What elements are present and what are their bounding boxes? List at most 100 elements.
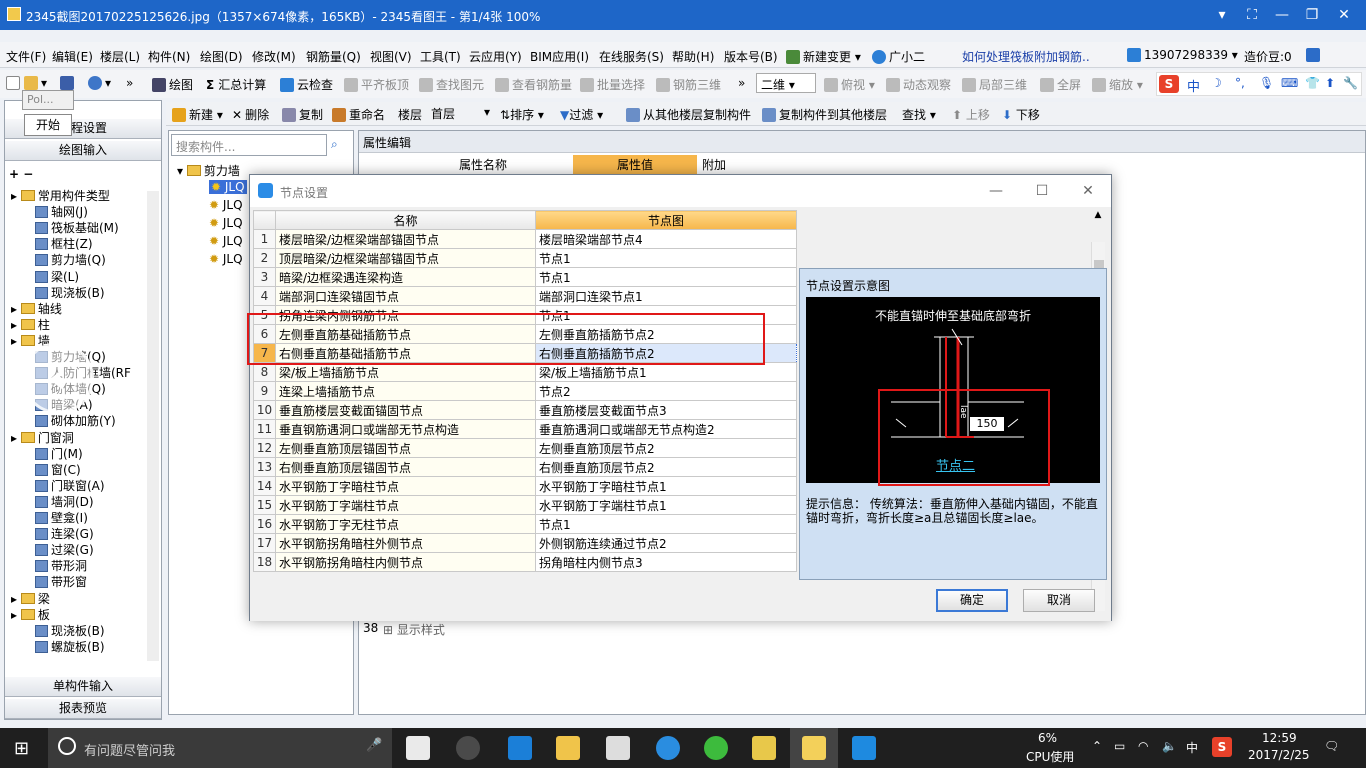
dialog-maximize-button[interactable]: ☐ bbox=[1032, 181, 1052, 201]
fullscreen-button[interactable]: 全屏 bbox=[1040, 76, 1081, 93]
menu-version[interactable]: 版本号(B) bbox=[724, 48, 778, 65]
tree-item[interactable]: 带形洞 bbox=[35, 557, 87, 574]
expand-icon[interactable]: ▸ bbox=[11, 608, 21, 622]
node-diagram-select[interactable]: 左侧垂直筋顶层节点2 bbox=[535, 438, 797, 458]
report-preview-button[interactable]: 报表预览 bbox=[5, 699, 161, 719]
node-diagram-select[interactable]: 梁/板上墙插筋节点1 bbox=[535, 362, 797, 382]
menu-modify[interactable]: 修改(M) bbox=[252, 48, 296, 65]
top-view-button[interactable]: 俯视 ▾ bbox=[824, 76, 875, 93]
tree-item[interactable]: 剪力墙(Q) bbox=[35, 251, 106, 268]
component-item[interactable]: ✹ JLQ bbox=[209, 216, 243, 230]
node-row[interactable]: 4 端部洞口连梁锚固节点 端部洞口连梁节点1 bbox=[253, 286, 797, 306]
menu-draw[interactable]: 绘图(D) bbox=[200, 48, 243, 65]
sogou-tray-icon[interactable]: S bbox=[1212, 737, 1232, 757]
expand-icon[interactable]: ▸ bbox=[11, 334, 21, 348]
taskbar-search[interactable]: 有问题尽管问我 🎤 bbox=[48, 728, 392, 768]
windows-start-icon[interactable]: ⊞ bbox=[14, 738, 29, 759]
node-diagram-select[interactable]: 外侧钢筋连续通过节点2 bbox=[535, 533, 797, 553]
tree-folder[interactable]: ▸ 梁 bbox=[11, 590, 50, 607]
file-explorer-icon[interactable] bbox=[556, 736, 580, 760]
glodon-node-icon[interactable] bbox=[852, 736, 876, 760]
view-mode-select[interactable]: 二维 ▾ bbox=[756, 73, 816, 93]
single-input-button[interactable]: 单构件输入 bbox=[5, 677, 161, 697]
start-tooltip[interactable]: 开始 bbox=[24, 114, 72, 136]
node-diagram-select[interactable]: 节点1 bbox=[535, 248, 797, 268]
batch-select-button[interactable]: 批量选择 bbox=[580, 76, 645, 93]
ok-button[interactable]: 确定 bbox=[936, 589, 1008, 612]
restore-button[interactable]: ❐ bbox=[1300, 5, 1324, 25]
rename-button[interactable]: 重命名 bbox=[332, 106, 385, 123]
menu-cloud[interactable]: 云应用(Y) bbox=[469, 48, 522, 65]
node-row[interactable]: 15 水平钢筋丁字端柱节点 水平钢筋丁字端柱节点1 bbox=[253, 495, 797, 515]
node-row[interactable]: 12 左侧垂直筋顶层锚固节点 左侧垂直筋顶层节点2 bbox=[253, 438, 797, 458]
notes-icon[interactable] bbox=[752, 736, 776, 760]
dropdown-icon[interactable]: ▾ bbox=[1210, 5, 1234, 25]
wifi-icon[interactable]: ◠ bbox=[1138, 739, 1148, 753]
dialog-close-button[interactable]: ✕ bbox=[1078, 181, 1098, 201]
filter-button[interactable]: ▼过滤 ▾ bbox=[560, 106, 603, 123]
tree-item[interactable]: 带形窗 bbox=[35, 573, 87, 590]
node-diagram-select[interactable]: 垂直筋遇洞口或端部无节点构造2 bbox=[535, 419, 797, 439]
tree-item[interactable]: 过梁(G) bbox=[35, 541, 94, 558]
menu-tools[interactable]: 工具(T) bbox=[420, 48, 461, 65]
menu-rebar[interactable]: 钢筋量(Q) bbox=[306, 48, 361, 65]
node-diagram-select[interactable]: 楼层暗梁端部节点4 bbox=[535, 229, 797, 249]
moon-icon[interactable]: ☽ bbox=[1211, 76, 1222, 90]
zoom-button[interactable]: 缩放 ▾ bbox=[1092, 76, 1143, 93]
node-row[interactable]: 3 暗梁/边框梁遇连梁构造 节点1 bbox=[253, 267, 797, 287]
undo-icon[interactable]: ▾ bbox=[88, 76, 111, 90]
security-icon[interactable] bbox=[704, 736, 728, 760]
menu-floor[interactable]: 楼层(L) bbox=[100, 48, 140, 65]
tree-folder[interactable]: ▸ 柱 bbox=[11, 316, 50, 333]
node-row[interactable]: 2 顶层暗梁/边框梁端部锚固节点 节点1 bbox=[253, 248, 797, 268]
draw-button[interactable]: 绘图 bbox=[152, 76, 193, 93]
help-link[interactable]: 如何处理筏板附加钢筋.. bbox=[962, 48, 1090, 65]
menu-help[interactable]: 帮助(H) bbox=[672, 48, 714, 65]
tree-item[interactable]: 筏板基础(M) bbox=[35, 219, 119, 236]
tree-item[interactable]: 框柱(Z) bbox=[35, 235, 93, 252]
cancel-button[interactable]: 取消 bbox=[1023, 589, 1095, 612]
sogou-icon[interactable]: S bbox=[1159, 75, 1179, 93]
tree-item[interactable]: 壁龛(I) bbox=[35, 509, 88, 526]
task-view-icon[interactable] bbox=[406, 736, 430, 760]
node-row[interactable]: 10 垂直筋楼层变截面锚固节点 垂直筋楼层变截面节点3 bbox=[253, 400, 797, 420]
tree-item[interactable]: 门联窗(A) bbox=[35, 477, 105, 494]
copy-button[interactable]: 复制 bbox=[282, 106, 323, 123]
tree-item[interactable]: 门(M) bbox=[35, 445, 83, 462]
volume-icon[interactable]: 🔈 bbox=[1162, 739, 1177, 753]
save-icon[interactable] bbox=[60, 76, 77, 90]
tree-folder[interactable]: ▸ 门窗洞 bbox=[11, 429, 74, 446]
floor-select[interactable]: 首层 ▾ bbox=[428, 104, 492, 122]
component-item[interactable]: ✹ JLQ bbox=[209, 180, 247, 194]
microphone-icon[interactable]: 🎙 bbox=[1259, 76, 1274, 90]
node-row[interactable]: 18 水平钢筋拐角暗柱内侧节点 拐角暗柱内侧节点3 bbox=[253, 552, 797, 572]
find-button[interactable]: 查找 ▾ bbox=[902, 106, 936, 123]
menu-view[interactable]: 视图(V) bbox=[370, 48, 412, 65]
image-viewer-icon[interactable] bbox=[802, 736, 826, 760]
node-diagram-select[interactable]: 节点1 bbox=[535, 514, 797, 534]
user-account[interactable]: 13907298339 ▾ bbox=[1127, 48, 1238, 62]
delete-button[interactable]: ✕ 删除 bbox=[232, 106, 269, 123]
sort-button[interactable]: ⇅排序 ▾ bbox=[500, 106, 544, 123]
node-row[interactable]: 8 梁/板上墙插筋节点 梁/板上墙插筋节点1 bbox=[253, 362, 797, 382]
tree-item[interactable]: 砌体加筋(Y) bbox=[35, 412, 116, 429]
search-input[interactable]: 搜索构件... bbox=[171, 134, 327, 156]
copy-to-floor-button[interactable]: 复制构件到其他楼层 bbox=[762, 106, 887, 123]
scroll-up-icon[interactable]: ▲ bbox=[1091, 210, 1105, 226]
node-row[interactable]: 17 水平钢筋拐角暗柱外侧节点 外侧钢筋连续通过节点2 bbox=[253, 533, 797, 553]
new-file-icon[interactable] bbox=[6, 76, 23, 90]
expand-icon[interactable]: ▸ bbox=[11, 431, 21, 445]
menu-online[interactable]: 在线服务(S) bbox=[599, 48, 664, 65]
assistant-button[interactable]: 广小二 bbox=[872, 48, 925, 65]
skin-icon[interactable]: 👕 bbox=[1305, 76, 1320, 90]
tree-item[interactable]: 螺旋板(B) bbox=[35, 638, 105, 655]
notification-icon[interactable]: 🗨 bbox=[1324, 739, 1339, 753]
expand-collapse-icons[interactable]: + − bbox=[9, 167, 33, 181]
expand-icon[interactable]: ▸ bbox=[11, 189, 21, 203]
glodon-icon[interactable] bbox=[656, 736, 680, 760]
next-image-icon[interactable]: ➔ bbox=[1270, 342, 1342, 414]
sum-button[interactable]: Σ 汇总计算 bbox=[206, 76, 266, 93]
new-change-button[interactable]: 新建变更 ▾ bbox=[786, 48, 861, 65]
node-row[interactable]: 1 楼层暗梁/边框梁端部锚固节点 楼层暗梁端部节点4 bbox=[253, 229, 797, 249]
node-diagram-select[interactable]: 节点2 bbox=[535, 381, 797, 401]
